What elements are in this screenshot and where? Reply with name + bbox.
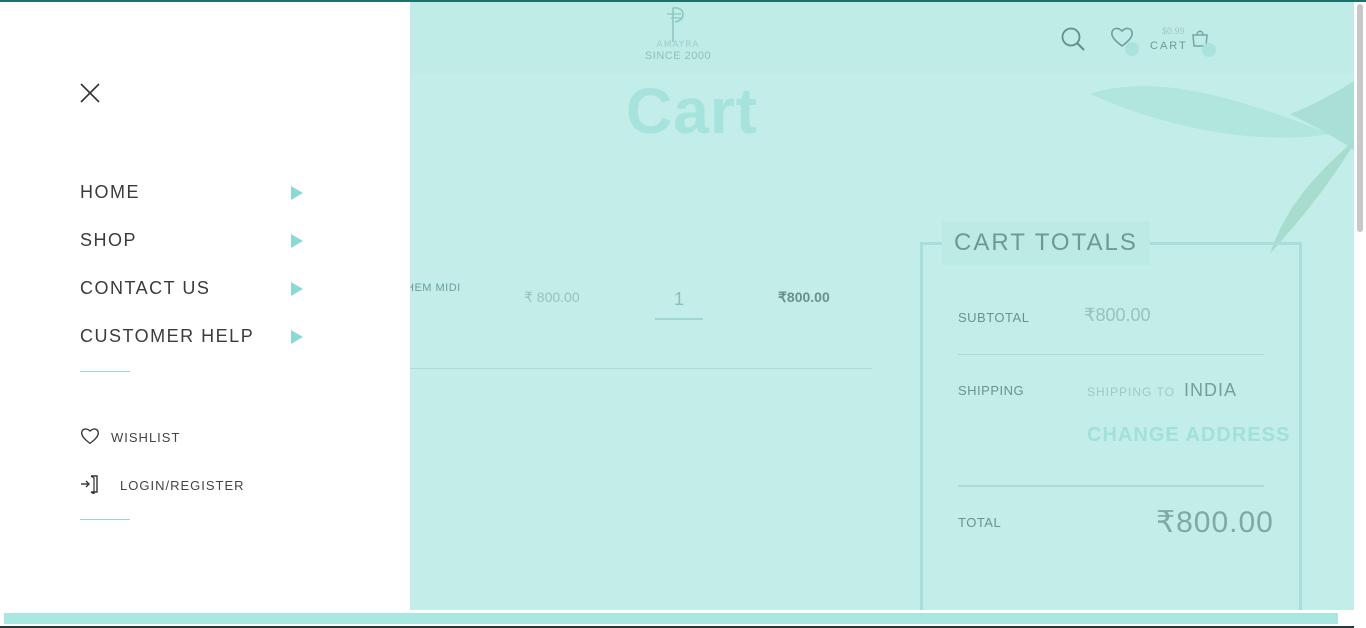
menu-item-label: HOME <box>80 182 140 202</box>
menu-item-label: CONTACT US <box>80 278 211 298</box>
cart-item-price: ₹ 800.00 <box>524 289 580 305</box>
change-address-link[interactable]: CHANGE ADDRESS <box>1087 424 1290 447</box>
logo-brand: AMAYRA <box>656 40 700 50</box>
vertical-scrollbar-thumb[interactable] <box>1357 4 1363 232</box>
cart-item-subtotal: ₹800.00 <box>778 289 830 305</box>
cart-label[interactable]: CART <box>1150 40 1188 52</box>
total-label: TOTAL <box>958 515 1002 530</box>
totals-divider <box>958 354 1264 355</box>
menu-divider <box>80 519 130 520</box>
caret-right-icon[interactable] <box>291 186 303 200</box>
wishlist-count-badge <box>1125 42 1139 56</box>
subtotal-value: ₹800.00 <box>1084 305 1151 325</box>
wishlist-label: WISHLIST <box>111 430 181 445</box>
page-title: Cart <box>626 75 759 147</box>
cart-price: $0.99 <box>1162 26 1185 36</box>
caret-right-icon[interactable] <box>291 234 303 248</box>
menu-divider <box>80 371 130 372</box>
shipping-country: INDIA <box>1184 380 1238 400</box>
search-icon[interactable] <box>1060 26 1086 52</box>
cart-count-badge <box>1202 43 1216 57</box>
menu-item-label: CUSTOMER HELP <box>80 326 255 346</box>
menu-item-shop[interactable]: SHOP <box>80 228 310 256</box>
heart-icon <box>81 428 99 445</box>
total-value: ₹800.00 <box>1156 506 1274 539</box>
login-register-link[interactable]: LOGIN/REGISTER <box>80 474 244 496</box>
quantity-input[interactable] <box>655 280 703 320</box>
horizontal-scrollbar-thumb[interactable] <box>4 613 1338 624</box>
site-logo[interactable]: AMAYRA SINCE 2000 <box>640 4 716 74</box>
cart-totals-title: CART TOTALS <box>942 221 1150 265</box>
close-icon[interactable] <box>79 82 101 104</box>
sign-in-icon <box>81 475 98 494</box>
menu-item-contact-us[interactable]: CONTACT US <box>80 276 310 304</box>
totals-divider <box>958 485 1264 487</box>
menu-item-label: SHOP <box>80 230 138 250</box>
menu-item-customer-help[interactable]: CUSTOMER HELP <box>80 324 310 352</box>
wishlist-link[interactable]: WISHLIST <box>80 426 200 448</box>
login-register-label: LOGIN/REGISTER <box>120 478 245 493</box>
shipping-to-text: SHIPPING TO <box>1087 385 1175 399</box>
caret-right-icon[interactable] <box>291 282 303 296</box>
subtotal-label: SUBTOTAL <box>958 310 1030 325</box>
menu-item-home[interactable]: HOME <box>80 180 310 208</box>
logo-mark-icon <box>667 7 684 42</box>
shipping-label: SHIPPING <box>958 383 1025 398</box>
logo-since: SINCE 2000 <box>644 50 712 62</box>
row-divider <box>410 368 872 369</box>
side-menu-drawer: HOME SHOP CONTACT US CUSTOMER HELP WISHL… <box>0 2 410 610</box>
caret-right-icon[interactable] <box>291 330 303 344</box>
